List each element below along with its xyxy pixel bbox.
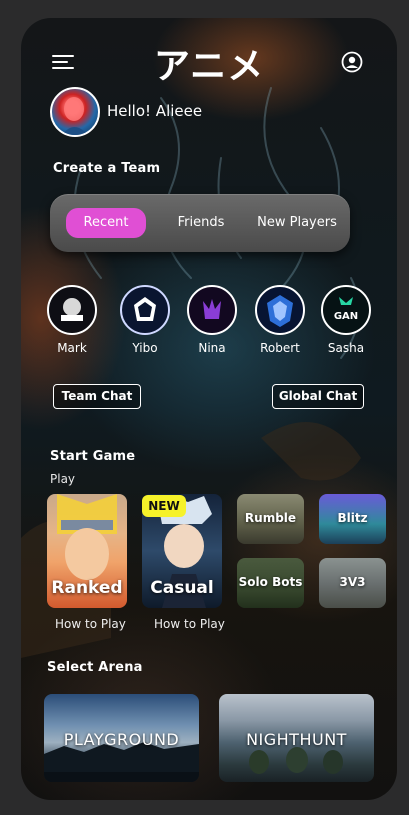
rumble-tile[interactable]: Rumble — [237, 494, 304, 544]
solo-bots-title: Solo Bots — [238, 575, 303, 589]
friend-robert[interactable]: Robert — [253, 285, 307, 355]
global-chat-button[interactable]: Global Chat — [272, 384, 364, 409]
team-chat-button[interactable]: Team Chat — [53, 384, 141, 409]
sasha-logo-text: GAN — [334, 311, 358, 322]
friend-mark[interactable]: Mark — [45, 285, 99, 355]
casual-title: Casual — [150, 578, 214, 598]
ranked-card[interactable]: Ranked — [47, 494, 127, 608]
solo-bots-tile[interactable]: Solo Bots — [237, 558, 304, 608]
friend-name: Sasha — [327, 341, 365, 355]
blitz-tile[interactable]: Blitz — [319, 494, 386, 544]
ranked-how-to-play-link[interactable]: How to Play — [55, 617, 126, 631]
user-avatar[interactable] — [50, 87, 100, 137]
tab-recent[interactable]: Recent — [66, 208, 146, 238]
profile-icon[interactable] — [341, 51, 363, 73]
friend-name: Robert — [260, 341, 300, 355]
friend-avatar — [120, 285, 170, 335]
ranked-title: Ranked — [51, 578, 123, 598]
tab-friends[interactable]: Friends — [166, 208, 236, 238]
friend-avatar — [47, 285, 97, 335]
arena-nighthunt[interactable]: NIGHTHUNT — [219, 694, 374, 782]
play-label: Play — [50, 472, 76, 486]
create-team-heading: Create a Team — [53, 161, 161, 176]
blitz-title: Blitz — [337, 511, 368, 525]
greeting-text: Hello! Alieee — [107, 102, 203, 120]
playground-title: PLAYGROUND — [63, 730, 180, 749]
app-title: アニメ — [153, 46, 265, 87]
3v3-tile[interactable]: 3V3 — [319, 558, 386, 608]
tab-new-players[interactable]: New Players — [250, 208, 344, 238]
3v3-title: 3V3 — [339, 575, 366, 589]
friend-name: Nina — [198, 341, 226, 355]
rumble-title: Rumble — [244, 511, 297, 525]
new-badge: NEW — [142, 495, 186, 517]
select-arena-heading: Select Arena — [47, 660, 143, 675]
friend-avatar — [255, 285, 305, 335]
friend-name: Yibo — [132, 341, 158, 355]
friend-nina[interactable]: Nina — [185, 285, 239, 355]
team-tab-bar: Recent Friends New Players — [50, 194, 350, 252]
phone-screen: アニメ Hello! Alieee Create a Team Recent F… — [21, 18, 397, 800]
friend-sasha[interactable]: GAN Sasha — [319, 285, 373, 355]
friend-name: Mark — [57, 341, 87, 355]
friend-yibo[interactable]: Yibo — [118, 285, 172, 355]
casual-how-to-play-link[interactable]: How to Play — [154, 617, 225, 631]
friend-avatar: GAN — [321, 285, 371, 335]
friend-avatar — [187, 285, 237, 335]
nighthunt-title: NIGHTHUNT — [246, 730, 347, 749]
hamburger-icon[interactable] — [52, 55, 74, 71]
start-game-heading: Start Game — [50, 449, 136, 464]
arena-playground[interactable]: PLAYGROUND — [44, 694, 199, 782]
